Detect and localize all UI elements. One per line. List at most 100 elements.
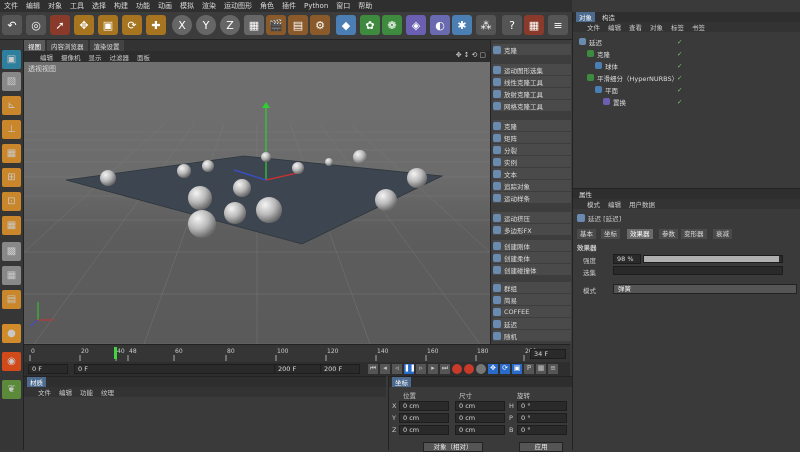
layout-switch-icon[interactable]: ≡ — [548, 15, 568, 35]
undo-icon[interactable]: ↶ — [2, 15, 22, 35]
effector-icon[interactable]: ✱ — [452, 15, 472, 35]
points-mode-icon[interactable]: ⊾ — [2, 96, 21, 115]
menu-item[interactable]: 工具 — [70, 1, 84, 11]
attr-tab[interactable]: 衰减 — [713, 229, 732, 239]
viewport-menu-filter[interactable]: 过滤器 — [110, 52, 130, 62]
mograph-menu-item[interactable]: 放射克隆工具 — [493, 88, 571, 99]
layout-icon[interactable]: ▦ — [524, 15, 544, 35]
next-frame-icon[interactable]: ▹ — [416, 364, 426, 374]
object-menu-item[interactable]: 查看 — [629, 22, 642, 32]
mograph-menu-item[interactable]: 克隆 — [493, 120, 571, 131]
viewport-menu-panel[interactable]: 面板 — [137, 52, 150, 62]
paint-icon[interactable]: ◉ — [2, 352, 21, 371]
menu-item[interactable]: Python — [304, 2, 328, 10]
attr-tab[interactable]: 参数 — [659, 229, 678, 239]
menu-item[interactable]: 窗口 — [336, 1, 350, 11]
coord-size-field[interactable]: 0 cm — [455, 401, 505, 411]
coord-system-icon[interactable]: ▦ — [244, 15, 264, 35]
menu-item[interactable]: 动画 — [158, 1, 172, 11]
model-mode-icon[interactable]: ▣ — [2, 50, 21, 69]
strength-field[interactable]: 98 % — [613, 254, 641, 264]
next-key-icon[interactable]: ▸ — [428, 364, 438, 374]
mograph-menu-item[interactable]: 随机 — [493, 330, 571, 341]
menu-item[interactable]: 渲染 — [202, 1, 216, 11]
rotate-key-icon[interactable]: ⟳ — [500, 364, 510, 374]
material-menu-item[interactable]: 编辑 — [59, 387, 72, 397]
check-icon[interactable]: ✓ — [677, 62, 682, 70]
nurbs-icon[interactable]: ✿ — [360, 15, 380, 35]
mograph-menu-item[interactable]: 创建刚体 — [493, 240, 571, 251]
coord-position-field[interactable]: 0 cm — [399, 425, 449, 435]
mograph-menu-item[interactable]: 延迟 — [493, 318, 571, 329]
select-icon[interactable]: ➚ — [50, 15, 70, 35]
viewport-menu-edit[interactable]: 编辑 — [40, 52, 53, 62]
cube-icon[interactable]: ◆ — [336, 15, 356, 35]
coord-size-field[interactable]: 0 cm — [455, 413, 505, 423]
object-tree-row[interactable]: 置换 ✓ — [573, 96, 800, 107]
leaf-icon[interactable]: ❦ — [2, 380, 21, 399]
menu-item[interactable]: 运动图形 — [224, 1, 252, 11]
coord-size-field[interactable]: 0 cm — [455, 425, 505, 435]
mograph-menu-item[interactable]: COFFEE — [493, 306, 571, 317]
check-icon[interactable]: ✓ — [677, 74, 682, 82]
coord-rotation-field[interactable]: 0 ° — [517, 413, 567, 423]
prev-key-icon[interactable]: ◂ — [380, 364, 390, 374]
add-icon[interactable]: ✚ — [146, 15, 166, 35]
menu-item[interactable]: 角色 — [260, 1, 274, 11]
help-icon[interactable]: ? — [502, 15, 522, 35]
apply-button[interactable]: 应用 — [519, 442, 563, 452]
pla-key-icon[interactable]: ▦ — [536, 364, 546, 374]
attr-tab[interactable]: 变形器 — [681, 229, 707, 239]
coord-mode-dropdown[interactable]: 对象（相对） — [423, 442, 483, 452]
object-tree-row[interactable]: 平滑细分（HyperNURBS） ✓ — [573, 72, 800, 83]
timeline[interactable]: 02040486080100120140160180200 34 F — [24, 344, 570, 362]
tab-view[interactable]: 视图 — [24, 40, 45, 51]
mograph-menu-item[interactable]: 创建碰撞体 — [493, 264, 571, 275]
orbit-icon[interactable]: ⟲ — [472, 51, 478, 59]
record-icon[interactable] — [452, 364, 462, 374]
mograph-menu-item[interactable]: 网格克隆工具 — [493, 100, 571, 111]
mograph-menu-item[interactable]: 追踪对象 — [493, 180, 571, 191]
mograph-menu-item[interactable]: 简易 — [493, 294, 571, 305]
mograph-menu-item[interactable]: 矩阵 — [493, 132, 571, 143]
generator-icon[interactable]: ❁ — [382, 15, 402, 35]
menu-item[interactable]: 帮助 — [358, 1, 372, 11]
object-menu-item[interactable]: 书签 — [692, 22, 705, 32]
autokey-icon[interactable] — [464, 364, 474, 374]
keyframe-icon[interactable] — [476, 364, 486, 374]
attr-tab[interactable]: 坐标 — [601, 229, 620, 239]
particles-icon[interactable]: ⁂ — [476, 15, 496, 35]
y-axis-icon[interactable]: Y — [196, 15, 216, 35]
render-settings-icon[interactable]: ⚙ — [310, 15, 330, 35]
menu-item[interactable]: 插件 — [282, 1, 296, 11]
viewport-menu-camera[interactable]: 摄像机 — [61, 52, 81, 62]
menu-item[interactable]: 文件 — [4, 1, 18, 11]
end-frame-field[interactable]: 200 F — [320, 364, 360, 374]
object-menu-item[interactable]: 对象 — [650, 22, 663, 32]
mograph-menu-item[interactable]: 运动图形选集 — [493, 64, 571, 75]
pan-icon[interactable]: ✥ — [456, 51, 462, 59]
z-axis-icon[interactable]: Z — [220, 15, 240, 35]
scale-icon[interactable]: ▣ — [98, 15, 118, 35]
mograph-menu-item[interactable]: 实例 — [493, 156, 571, 167]
tweak-mode-icon[interactable]: ⊡ — [2, 192, 21, 211]
object-tree-row[interactable]: 克隆 ✓ — [573, 48, 800, 59]
mograph-menu-item[interactable]: 克隆 — [493, 44, 571, 55]
attr-menu-item[interactable]: 模式 — [587, 199, 600, 209]
object-tree-row[interactable]: 球体 ✓ — [573, 60, 800, 71]
uv-mode-icon[interactable]: ▦ — [2, 216, 21, 235]
check-icon[interactable]: ✓ — [677, 86, 682, 94]
live-select-icon[interactable]: ◎ — [26, 15, 46, 35]
attr-menu-item[interactable]: 用户数据 — [629, 199, 655, 209]
object-tree-row[interactable]: 延迟 ✓ — [573, 36, 800, 47]
go-start-icon[interactable]: ⏮ — [368, 364, 378, 374]
menu-item[interactable]: 功能 — [136, 1, 150, 11]
strength-slider[interactable] — [643, 255, 783, 263]
axis-mode-icon[interactable]: ⊞ — [2, 168, 21, 187]
polygons-mode-icon[interactable]: ▦ — [2, 144, 21, 163]
mograph-menu-item[interactable]: 文本 — [493, 168, 571, 179]
mograph-menu-item[interactable]: 分裂 — [493, 144, 571, 155]
param-key-icon[interactable]: P — [524, 364, 534, 374]
menu-item[interactable]: 选择 — [92, 1, 106, 11]
checker-icon[interactable]: ▩ — [2, 242, 21, 261]
